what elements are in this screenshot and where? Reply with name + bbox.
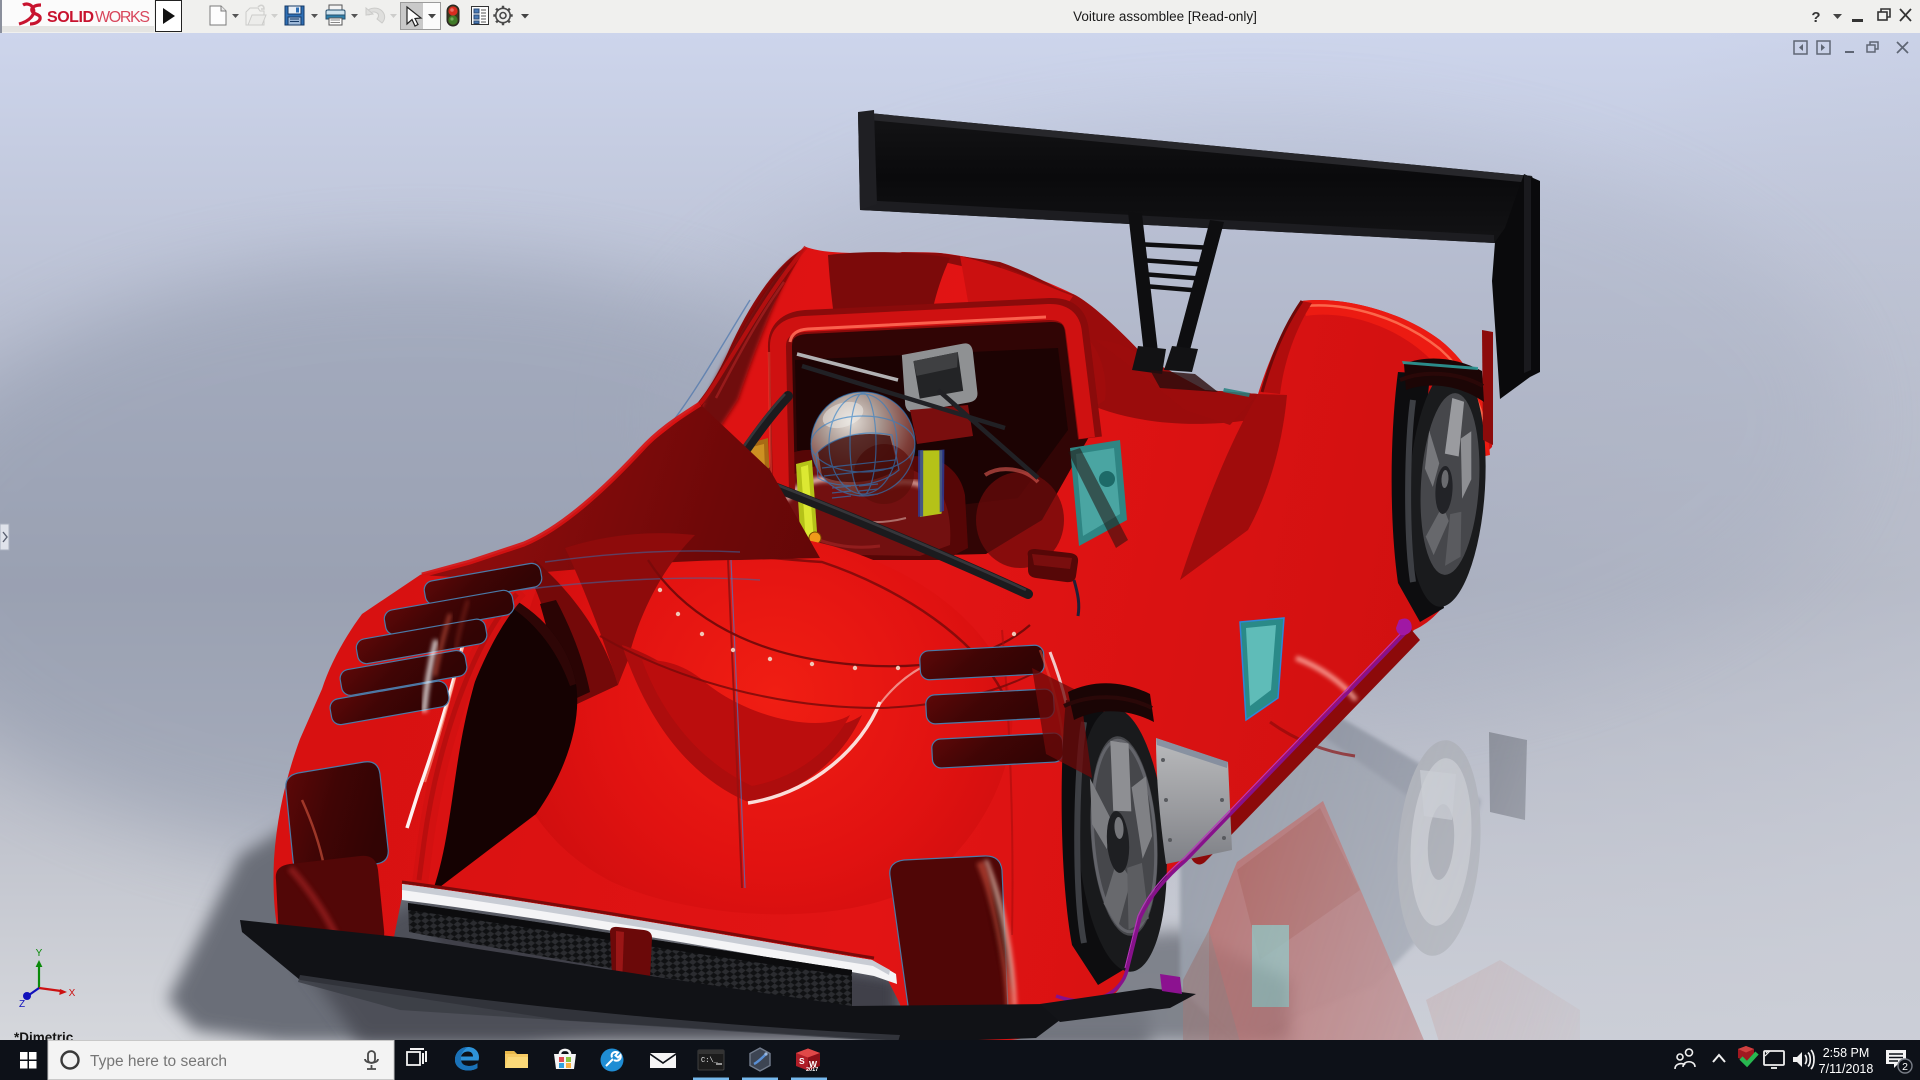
svg-text:2017: 2017 [806, 1067, 818, 1073]
svg-text:?: ? [1811, 9, 1820, 26]
svg-text:WORKS: WORKS [95, 9, 150, 26]
svg-text:S: S [799, 1056, 805, 1066]
svg-text:2:58 PM: 2:58 PM [1823, 1046, 1870, 1060]
svg-text:X: X [69, 988, 76, 999]
svg-text:Z: Z [19, 999, 25, 1010]
svg-text:*Dimetric: *Dimetric [14, 1030, 74, 1040]
svg-text:Voiture assomblee [Read-only]: Voiture assomblee [Read-only] [1073, 9, 1257, 24]
svg-text:Y: Y [36, 948, 43, 959]
svg-text:SOLID: SOLID [47, 9, 94, 26]
svg-text:Type here to search: Type here to search [90, 1053, 227, 1070]
svg-text:7/11/2018: 7/11/2018 [1819, 1062, 1874, 1076]
svg-text:C:\_: C:\_ [701, 1057, 719, 1065]
svg-text:2: 2 [1902, 1061, 1908, 1073]
